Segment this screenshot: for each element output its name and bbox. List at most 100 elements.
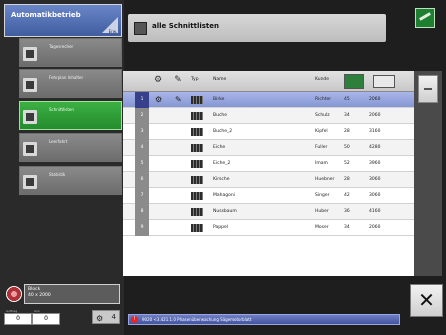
sidebar-item-tagesrecher[interactable]: Tagesrecher — [19, 38, 122, 67]
automatic-mode-label: Automatikbetrieb — [11, 11, 81, 19]
cell-name: Eiche — [213, 145, 226, 150]
cell-name: Eiche_2 — [213, 161, 231, 166]
cell-kunde: Fuller — [315, 145, 328, 150]
field2-value[interactable]: 0 — [32, 313, 60, 325]
cell-count: 42 — [344, 193, 350, 198]
cut-list-table: ⚙ ✎ Typ Name Kunde 1 ⚙ ✎ Birke Richter 4… — [123, 71, 415, 276]
vertical-scrollbar[interactable] — [414, 71, 442, 276]
cell-kunde: Moser — [315, 225, 329, 230]
table-row[interactable]: 4 Eiche Fuller 50 4280 — [123, 140, 415, 156]
document-icon — [23, 142, 37, 156]
sidebar-item-leerfahrt[interactable]: Leerfahrt — [19, 133, 122, 162]
table-row[interactable]: 1 ⚙ ✎ Birke Richter 45 2060 — [123, 92, 415, 108]
board-type-icon — [191, 128, 203, 136]
sidebar-item-fehrplan[interactable]: Fehrplan Inhalter — [19, 69, 122, 98]
settings-icon[interactable]: ⚙ — [153, 75, 163, 85]
list-icon — [23, 110, 37, 124]
table-row[interactable]: 3 Buche_2 Kipfel 28 3160 — [123, 124, 415, 140]
cell-length: 2060 — [369, 225, 381, 230]
board-type-icon — [191, 208, 203, 216]
table-row[interactable]: 2 Buche Schulz 34 2060 — [123, 108, 415, 124]
cell-length: 2060 — [369, 97, 381, 102]
row-number: 4 — [135, 140, 149, 156]
table-row[interactable]: 8 Nussbaum Huber 36 4160 — [123, 204, 415, 220]
cell-count: 34 — [344, 113, 350, 118]
cell-kunde: Kipfel — [315, 129, 328, 134]
cell-length: 3160 — [369, 129, 381, 134]
cell-kunde: Huebner — [315, 177, 335, 182]
cell-name: Mahagoni — [213, 193, 235, 198]
record-icon — [6, 286, 22, 302]
chart-icon[interactable] — [415, 8, 435, 28]
counter-value: 4 — [111, 313, 116, 321]
column-filter-icon[interactable] — [344, 74, 364, 89]
cell-kunde: Schulz — [315, 113, 330, 118]
warning-icon: ! — [131, 316, 138, 323]
cell-length: 3060 — [369, 193, 381, 198]
cell-kunde: Imam — [315, 161, 328, 166]
row-number: 3 — [135, 124, 149, 140]
sidebar-item-label: Statistik — [49, 172, 66, 177]
statistics-icon — [23, 175, 37, 189]
board-type-icon — [191, 112, 203, 120]
board-type-icon — [191, 144, 203, 152]
cell-kunde: Richter — [315, 97, 332, 102]
board-type-icon — [191, 176, 203, 184]
table-row[interactable]: 5 Eiche_2 Imam 52 3960 — [123, 156, 415, 172]
page-title: alle Schnittlisten — [152, 22, 219, 30]
pencil-icon: ✎ — [175, 95, 182, 104]
counter-display: ⚙ 4 — [92, 310, 120, 324]
list-file-icon — [134, 22, 147, 35]
gear-icon: ⚙ — [96, 314, 104, 323]
scroll-thumb[interactable] — [418, 75, 438, 103]
cell-count: 28 — [344, 129, 350, 134]
cell-name: Pappel — [213, 225, 229, 230]
cell-count: 34 — [344, 225, 350, 230]
board-type-icon — [191, 192, 203, 200]
sidebar-item-label: Fehrplan Inhalter — [49, 75, 84, 80]
cell-kunde: Singer — [315, 193, 330, 198]
board-type-icon — [191, 96, 203, 104]
table-row[interactable]: 9 Pappel Moser 34 2060 — [123, 220, 415, 236]
table-row[interactable]: 6 Kirsche Huebner 28 3060 — [123, 172, 415, 188]
sidebar-item-schnittlisten[interactable]: Schnittlisten — [19, 101, 122, 130]
sidebar: Automatikbetrieb Erw. Tagesrecher Fehrpl… — [0, 0, 124, 335]
cell-name: Buche — [213, 113, 228, 118]
board-type-icon — [191, 224, 203, 232]
pencil-icon[interactable]: ✎ — [173, 75, 183, 85]
table-row[interactable]: 7 Mahagoni Singer 42 3060 — [123, 188, 415, 204]
cell-name: Birke — [213, 97, 225, 102]
material-slot[interactable]: Block 40 x 2000 — [24, 284, 120, 304]
cell-name: Buche_2 — [213, 129, 233, 134]
cell-length: 3960 — [369, 161, 381, 166]
field1-value[interactable]: 0 — [4, 313, 32, 325]
sidebar-item-label: Schnittlisten — [49, 107, 74, 112]
cell-name: Kirsche — [213, 177, 230, 182]
status-panel: Block 40 x 2000 Auftrag 0 Anz. 0 ⚙ 4 — [4, 284, 122, 332]
cell-count: 52 — [344, 161, 350, 166]
automatic-mode-button[interactable]: Automatikbetrieb Erw. — [4, 4, 122, 37]
row-number: 9 — [135, 220, 149, 236]
cell-length: 4280 — [369, 145, 381, 150]
document-icon — [23, 78, 37, 92]
message-text: 9020 <3.421.1.0 Phasenüberwachung Sägemo… — [142, 317, 252, 322]
column-typ[interactable]: Typ — [191, 77, 199, 82]
close-button[interactable]: ✕ — [410, 284, 443, 317]
row-number: 6 — [135, 172, 149, 188]
cell-length: 2060 — [369, 113, 381, 118]
column-name[interactable]: Name — [213, 77, 226, 82]
column-select-icon[interactable] — [373, 75, 395, 88]
sidebar-item-label: Tagesrecher — [49, 44, 74, 49]
row-number: 8 — [135, 204, 149, 220]
document-icon — [23, 47, 37, 61]
page-header: alle Schnittlisten — [128, 14, 386, 42]
message-bar[interactable]: ! 9020 <3.421.1.0 Phasenüberwachung Säge… — [128, 314, 400, 325]
cell-count: 50 — [344, 145, 350, 150]
cell-length: 3060 — [369, 177, 381, 182]
cell-kunde: Huber — [315, 209, 329, 214]
slot-line-2: 40 x 2000 — [28, 292, 51, 298]
column-kunde[interactable]: Kunde — [315, 77, 329, 82]
sidebar-item-statistik[interactable]: Statistik — [19, 166, 122, 195]
cell-count: 28 — [344, 177, 350, 182]
settings-icon: ⚙ — [155, 95, 163, 104]
